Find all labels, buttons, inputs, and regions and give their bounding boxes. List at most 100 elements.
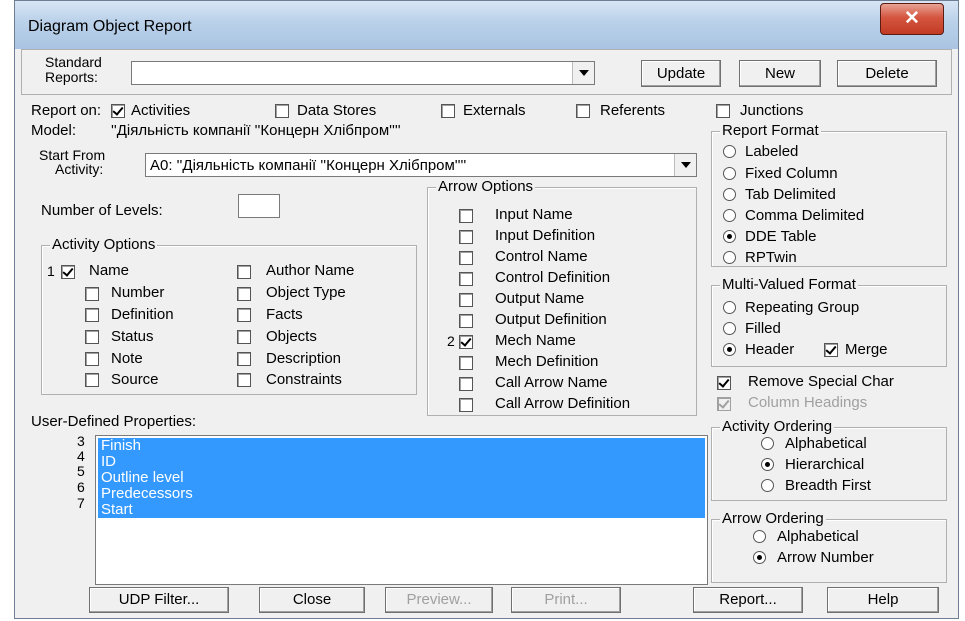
- close-button[interactable]: Close: [259, 587, 365, 613]
- report-on-activities-checkbox[interactable]: [111, 104, 125, 118]
- window-title: Diagram Object Report: [28, 18, 192, 35]
- activity-author-name-checkbox[interactable]: [237, 265, 251, 279]
- multi-repeating-group-label: Repeating Group: [745, 299, 860, 316]
- activity-object-type-checkbox[interactable]: [237, 287, 251, 301]
- activity-facts-label: Facts: [266, 306, 303, 323]
- print-button: Print...: [511, 587, 621, 613]
- activity-definition-label: Definition: [111, 306, 174, 323]
- list-item[interactable]: Predecessors: [98, 486, 705, 502]
- activity-source-label: Source: [111, 371, 159, 388]
- activity-order-alphabetical-radio[interactable]: [761, 437, 774, 450]
- new-button[interactable]: New: [739, 60, 821, 87]
- arrow-input-name-label: Input Name: [495, 206, 573, 223]
- format-dde-table-radio[interactable]: [723, 230, 736, 243]
- multi-header-label: Header: [745, 341, 795, 358]
- activity-number-checkbox[interactable]: [85, 287, 99, 301]
- chevron-down-icon[interactable]: [572, 62, 594, 84]
- activity-description-checkbox[interactable]: [237, 352, 251, 366]
- report-on-referents-checkbox[interactable]: [576, 104, 590, 118]
- close-icon: ✕: [904, 8, 920, 29]
- format-labeled-radio[interactable]: [723, 145, 736, 158]
- activity-name-label: Name: [89, 262, 130, 279]
- report-on-externals-checkbox[interactable]: [441, 104, 455, 118]
- arrow-output-name-checkbox[interactable]: [459, 293, 473, 307]
- arrow-mech-definition-label: Mech Definition: [495, 353, 599, 370]
- arrow-input-definition-checkbox[interactable]: [459, 230, 473, 244]
- activity-order-breadth-first-radio[interactable]: [761, 479, 774, 492]
- activity-objects-label: Objects: [266, 328, 317, 345]
- activity-source-checkbox[interactable]: [85, 373, 99, 387]
- activity-name-checkbox[interactable]: [61, 265, 75, 279]
- column-headings-checkbox: [717, 397, 731, 411]
- update-button[interactable]: Update: [641, 60, 721, 87]
- arrow-control-definition-checkbox[interactable]: [459, 272, 473, 286]
- report-on-activities-label: Activities: [131, 102, 191, 119]
- activity-status-label: Status: [111, 328, 154, 345]
- help-button[interactable]: Help: [827, 587, 939, 613]
- start-from-activity-dropdown[interactable]: A0: ''Діяльність компанії ''Концерн Хліб…: [145, 153, 697, 177]
- activity-facts-checkbox[interactable]: [237, 308, 251, 322]
- arrow-order-alphabetical-label: Alphabetical: [777, 528, 859, 545]
- activity-order-alphabetical-label: Alphabetical: [785, 435, 867, 452]
- arrow-output-definition-checkbox[interactable]: [459, 314, 473, 328]
- report-on-junctions-checkbox[interactable]: [716, 104, 730, 118]
- arrow-mech-definition-checkbox[interactable]: [459, 356, 473, 370]
- arrow-order-arrow-number-label: Arrow Number: [777, 549, 874, 566]
- activity-constraints-label: Constraints: [266, 371, 342, 388]
- multi-repeating-group-radio[interactable]: [723, 301, 736, 314]
- list-item[interactable]: Finish: [98, 438, 705, 454]
- activity-author-name-label: Author Name: [266, 262, 355, 279]
- activity-status-checkbox[interactable]: [85, 330, 99, 344]
- format-comma-delimited-label: Comma Delimited: [745, 207, 865, 224]
- udp-filter-button[interactable]: UDP Filter...: [89, 587, 229, 613]
- report-on-referents-label: Referents: [600, 102, 666, 119]
- close-window-button[interactable]: ✕: [880, 3, 944, 35]
- multi-filled-label: Filled: [745, 320, 781, 337]
- standard-reports-dropdown[interactable]: [131, 61, 595, 85]
- standard-reports-label-line2: Reports:: [45, 69, 98, 85]
- arrow-mech-name-checkbox[interactable]: [459, 335, 473, 349]
- multi-header-radio[interactable]: [723, 343, 736, 356]
- report-on-data-stores-checkbox[interactable]: [275, 104, 289, 118]
- activity-definition-checkbox[interactable]: [85, 308, 99, 322]
- arrow-control-definition-label: Control Definition: [495, 269, 611, 286]
- format-tab-delimited-radio[interactable]: [723, 188, 736, 201]
- udp-listbox[interactable]: Finish ID Outline level Predecessors Sta…: [95, 435, 708, 585]
- arrow-control-name-label: Control Name: [495, 248, 588, 265]
- arrow-call-arrow-name-checkbox[interactable]: [459, 377, 473, 391]
- format-comma-delimited-radio[interactable]: [723, 209, 736, 222]
- activity-constraints-checkbox[interactable]: [237, 373, 251, 387]
- list-item[interactable]: ID: [98, 454, 705, 470]
- start-from-activity-value: A0: ''Діяльність компанії ''Концерн Хліб…: [150, 157, 467, 174]
- list-item[interactable]: Outline level: [98, 470, 705, 486]
- arrow-input-name-checkbox[interactable]: [459, 209, 473, 223]
- report-button[interactable]: Report...: [693, 587, 803, 613]
- arrow-order-arrow-number-radio[interactable]: [753, 551, 766, 564]
- activity-objects-checkbox[interactable]: [237, 330, 251, 344]
- activity-order-hierarchical-label: Hierarchical: [785, 456, 865, 473]
- remove-special-char-checkbox[interactable]: [717, 376, 731, 390]
- udp-marker: 5: [77, 463, 85, 479]
- arrow-control-name-checkbox[interactable]: [459, 251, 473, 265]
- number-of-levels-input[interactable]: [238, 194, 280, 218]
- dialog-window: Diagram Object Report ✕ Standard Reports…: [14, 0, 959, 619]
- arrow-call-arrow-definition-label: Call Arrow Definition: [495, 395, 631, 412]
- activity-order-hierarchical-radio[interactable]: [761, 458, 774, 471]
- multi-filled-radio[interactable]: [723, 322, 736, 335]
- arrow-call-arrow-name-label: Call Arrow Name: [495, 374, 608, 391]
- format-labeled-label: Labeled: [745, 143, 799, 160]
- format-fixed-column-label: Fixed Column: [745, 165, 838, 182]
- preview-button: Preview...: [385, 587, 493, 613]
- multi-valued-format-title: Multi-Valued Format: [720, 276, 858, 293]
- activity-note-checkbox[interactable]: [85, 352, 99, 366]
- list-item[interactable]: Start: [98, 502, 705, 518]
- udp-marker: 6: [77, 479, 85, 495]
- arrow-call-arrow-definition-checkbox[interactable]: [459, 398, 473, 412]
- delete-button[interactable]: Delete: [837, 60, 937, 87]
- chevron-down-icon[interactable]: [674, 154, 696, 176]
- merge-checkbox[interactable]: [824, 343, 838, 357]
- format-fixed-column-radio[interactable]: [723, 167, 736, 180]
- arrow-order-alphabetical-radio[interactable]: [753, 530, 766, 543]
- start-from-label-line2: Activity:: [55, 161, 104, 177]
- format-rptwin-radio[interactable]: [723, 251, 736, 264]
